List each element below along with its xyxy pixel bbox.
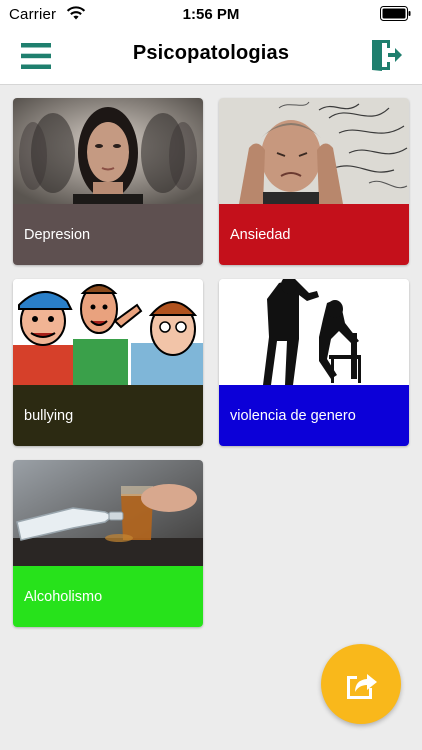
page-title: Psicopatologias — [132, 42, 290, 64]
share-icon — [347, 674, 377, 699]
card-violencia-de-genero[interactable]: violencia de genero — [219, 279, 409, 446]
card-label-area: Depresion — [13, 204, 203, 265]
card-label-area: bullying — [13, 385, 203, 446]
card-label-area: Alcoholismo — [13, 566, 203, 627]
card-label: violencia de genero — [230, 408, 356, 424]
nav-bar: Psicopatologias — [0, 28, 422, 85]
card-label-area: violencia de genero — [219, 385, 409, 446]
woman-portrait-image — [13, 98, 203, 204]
battery-icon — [380, 6, 411, 21]
share-fab-button[interactable] — [321, 644, 401, 724]
card-label: Alcoholismo — [24, 589, 103, 605]
silhouette-violence-image — [219, 279, 409, 385]
clock-label: 1:56 PM — [182, 6, 240, 23]
exit-icon[interactable] — [370, 38, 402, 72]
card-label: Depresion — [24, 227, 91, 243]
cartoon-kids-image — [13, 279, 203, 385]
card-label: bullying — [24, 408, 74, 424]
card-alcoholismo[interactable]: Alcoholismo — [13, 460, 203, 627]
card-label-area: Ansiedad — [219, 204, 409, 265]
status-bar: Carrier 1:56 PM — [0, 0, 422, 28]
card-depresion[interactable]: Depresion — [13, 98, 203, 265]
card-label: Ansiedad — [230, 227, 291, 243]
stressed-man-image — [219, 98, 409, 204]
bottle-glass-image — [13, 460, 203, 566]
card-ansiedad[interactable]: Ansiedad — [219, 98, 409, 265]
card-bullying[interactable]: bullying — [13, 279, 203, 446]
